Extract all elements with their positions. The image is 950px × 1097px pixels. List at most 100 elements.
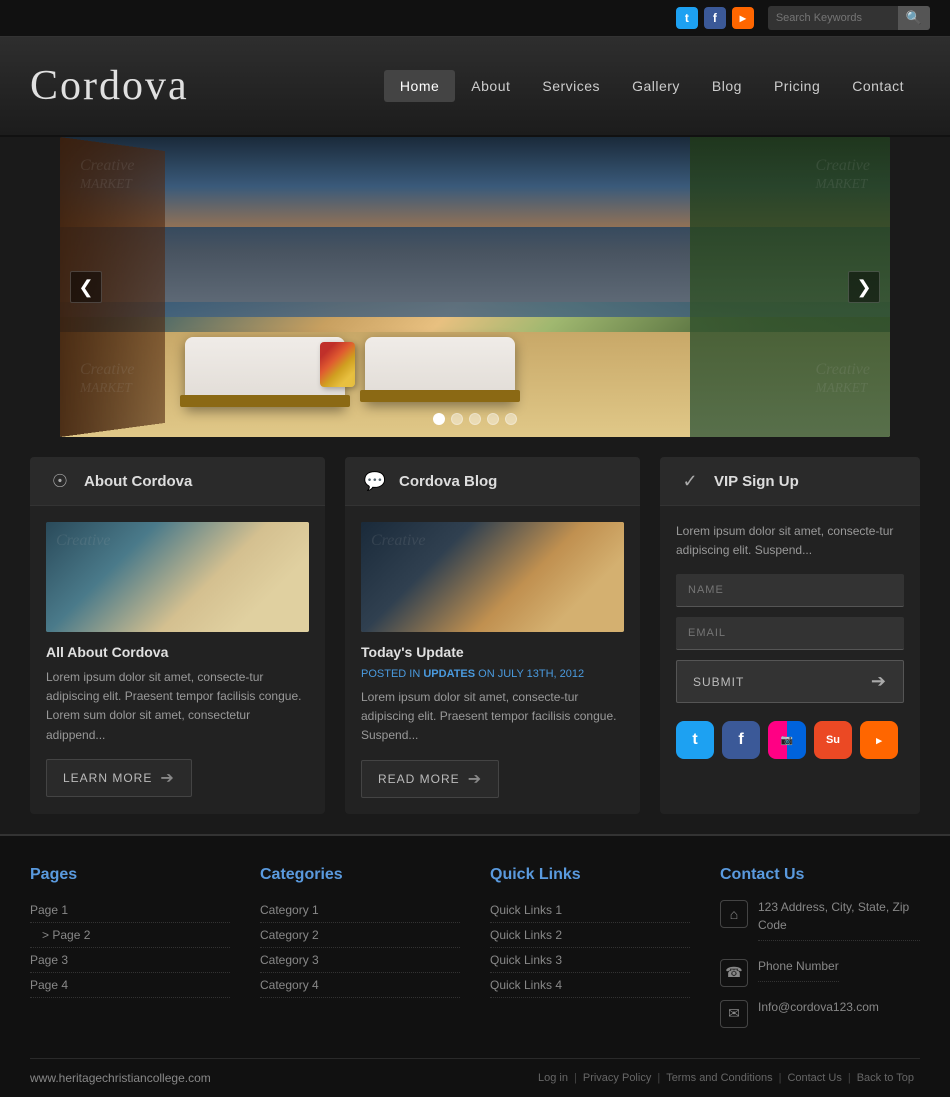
header: Cordova Home About Services Gallery Blog… [0, 37, 950, 137]
topbar-twitter-icon[interactable]: t [676, 7, 698, 29]
footer-ql-4[interactable]: Quick Links 4 [490, 973, 690, 998]
content-row: ☉ About Cordova Creative All About Cordo… [0, 437, 950, 834]
vip-submit-label: SUBMIT [693, 675, 744, 689]
about-card-title: About Cordova [84, 473, 192, 490]
nav-home[interactable]: Home [384, 70, 455, 102]
footer-page-3[interactable]: Page 3 [30, 948, 230, 973]
footer-pages-title: Pages [30, 866, 230, 884]
vip-stumble-icon[interactable]: Su [814, 721, 852, 759]
read-more-label: READ MORE [378, 772, 460, 786]
vip-flickr-icon[interactable]: 📷 [768, 721, 806, 759]
slider-prev-button[interactable]: ❮ [70, 271, 102, 303]
blog-meta-prefix: Posted in [361, 668, 423, 680]
footer-cat-4[interactable]: Category 4 [260, 973, 460, 998]
footer-contact-col: Contact Us ⌂ 123 Address, City, State, Z… [720, 866, 920, 1038]
footer-address-item: ⌂ 123 Address, City, State, Zip Code [720, 898, 920, 947]
vip-social-row: t f 📷 Su ▸ [676, 721, 904, 759]
globe-icon: ☉ [46, 467, 74, 495]
footer-page-4[interactable]: Page 4 [30, 973, 230, 998]
footer-email-item: ✉ Info@cordova123.com [720, 998, 920, 1028]
email-icon: ✉ [720, 1000, 748, 1028]
vip-facebook-icon[interactable]: f [722, 721, 760, 759]
footer-page-1[interactable]: Page 1 [30, 898, 230, 923]
learn-more-label: LEARN MORE [63, 771, 152, 785]
search-button[interactable]: 🔍 [898, 6, 930, 30]
read-more-button[interactable]: READ MORE ➔ [361, 760, 499, 798]
slider-dot-3[interactable] [469, 413, 481, 425]
nav-blog[interactable]: Blog [696, 70, 758, 102]
footer-privacy-link[interactable]: Privacy Policy [577, 1072, 657, 1084]
topbar-rss-icon[interactable]: ▸ [732, 7, 754, 29]
blog-card-header: 💬 Cordova Blog [345, 457, 640, 506]
about-thumb: Creative [46, 522, 309, 632]
footer-bottom: www.heritagechristiancollege.com Log in … [30, 1059, 920, 1097]
vip-twitter-icon[interactable]: t [676, 721, 714, 759]
blog-card-body: Creative Today's Update Posted in UPDATE… [345, 506, 640, 814]
about-post-title: All About Cordova [46, 644, 309, 660]
footer-categories-col: Categories Category 1 Category 2 Categor… [260, 866, 460, 1038]
footer-contact-link[interactable]: Contact Us [781, 1072, 847, 1084]
vip-card-title: VIP Sign Up [714, 473, 799, 490]
blog-thumb: Creative [361, 522, 624, 632]
footer-categories-title: Categories [260, 866, 460, 884]
chat-icon: 💬 [361, 467, 389, 495]
slider-dots [433, 413, 517, 425]
vip-name-input[interactable] [676, 574, 904, 607]
top-bar: t f ▸ 🔍 [0, 0, 950, 37]
footer-quicklinks-title: Quick Links [490, 866, 690, 884]
footer-page-2[interactable]: > Page 2 [30, 923, 230, 948]
vip-card: ✓ VIP Sign Up Lorem ipsum dolor sit amet… [660, 457, 920, 814]
vip-desc: Lorem ipsum dolor sit amet, consecte-tur… [676, 522, 904, 560]
about-card: ☉ About Cordova Creative All About Cordo… [30, 457, 325, 814]
about-card-body: Creative All About Cordova Lorem ipsum d… [30, 506, 325, 813]
footer-cols: Pages Page 1 > Page 2 Page 3 Page 4 Cate… [30, 866, 920, 1059]
footer-cat-2[interactable]: Category 2 [260, 923, 460, 948]
hero-slider: CreativeMARKET CreativeMARKET CreativeMA… [60, 137, 890, 437]
blog-meta-tag: UPDATES [423, 668, 475, 680]
phone-icon: ☎ [720, 959, 748, 987]
footer-pages-col: Pages Page 1 > Page 2 Page 3 Page 4 [30, 866, 230, 1038]
vip-card-header: ✓ VIP Sign Up [660, 457, 920, 506]
footer-email: Info@cordova123.com [758, 998, 879, 1016]
search-wrap: 🔍 [768, 6, 930, 30]
search-input[interactable] [768, 8, 898, 28]
slider-next-button[interactable]: ❯ [848, 271, 880, 303]
vip-card-body: Lorem ipsum dolor sit amet, consecte-tur… [660, 506, 920, 775]
nav-pricing[interactable]: Pricing [758, 70, 836, 102]
vip-rss-icon[interactable]: ▸ [860, 721, 898, 759]
blog-card-title: Cordova Blog [399, 473, 497, 490]
vip-submit-button[interactable]: SUBMIT ➔ [676, 660, 904, 703]
footer-login-link[interactable]: Log in [532, 1072, 574, 1084]
blog-card: 💬 Cordova Blog Creative Today's Update P… [345, 457, 640, 814]
slider-dot-2[interactable] [451, 413, 463, 425]
home-icon: ⌂ [720, 900, 748, 928]
slider-dot-5[interactable] [505, 413, 517, 425]
hero-image: CreativeMARKET CreativeMARKET CreativeMA… [60, 137, 890, 437]
vip-email-input[interactable] [676, 617, 904, 650]
blog-post-title: Today's Update [361, 644, 624, 660]
slider-dot-1[interactable] [433, 413, 445, 425]
blog-meta-date: on July 13th, 2012 [475, 668, 584, 680]
learn-more-arrow: ➔ [160, 768, 174, 788]
footer-phone-item: ☎ Phone Number [720, 957, 920, 988]
footer-cat-3[interactable]: Category 3 [260, 948, 460, 973]
learn-more-button[interactable]: LEARN MORE ➔ [46, 759, 192, 797]
nav-services[interactable]: Services [526, 70, 616, 102]
slider-dot-4[interactable] [487, 413, 499, 425]
footer-terms-link[interactable]: Terms and Conditions [660, 1072, 778, 1084]
footer-ql-3[interactable]: Quick Links 3 [490, 948, 690, 973]
footer-ql-2[interactable]: Quick Links 2 [490, 923, 690, 948]
footer-cat-1[interactable]: Category 1 [260, 898, 460, 923]
nav-about[interactable]: About [455, 70, 526, 102]
main-nav: Home About Services Gallery Blog Pricing… [384, 70, 920, 102]
topbar-facebook-icon[interactable]: f [704, 7, 726, 29]
footer-phone: Phone Number [758, 957, 839, 975]
nav-gallery[interactable]: Gallery [616, 70, 696, 102]
check-icon: ✓ [676, 467, 704, 495]
nav-contact[interactable]: Contact [836, 70, 920, 102]
footer: Pages Page 1 > Page 2 Page 3 Page 4 Cate… [0, 834, 950, 1097]
footer-ql-1[interactable]: Quick Links 1 [490, 898, 690, 923]
footer-quicklinks-col: Quick Links Quick Links 1 Quick Links 2 … [490, 866, 690, 1038]
footer-contact-title: Contact Us [720, 866, 920, 884]
footer-backtotop-link[interactable]: Back to Top [851, 1072, 920, 1084]
